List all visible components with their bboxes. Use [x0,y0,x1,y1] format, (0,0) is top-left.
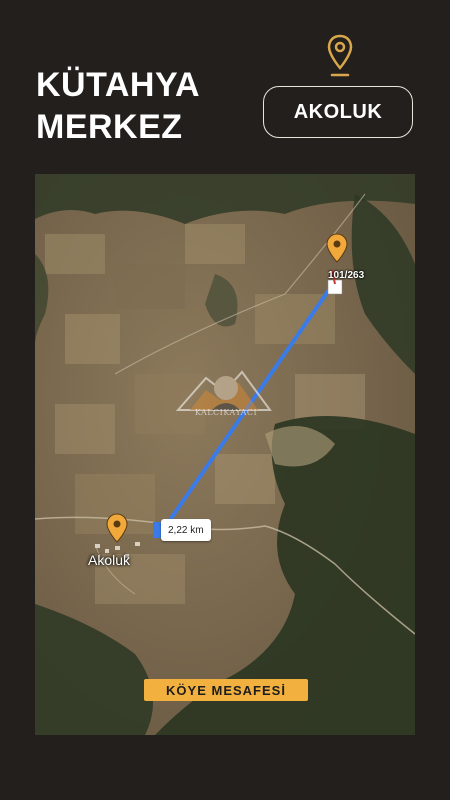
watermark-text: KALCIKAYACI [194,408,258,417]
map-terrain [35,174,415,735]
watermark-logo-icon [176,370,272,411]
page-title: KÜTAHYA MERKEZ [36,64,200,148]
village-button[interactable]: AKOLUK [263,86,413,138]
map-pin-icon [327,34,353,77]
distance-badge: 2,22 km [161,519,211,541]
title-line-1: KÜTAHYA [36,66,201,104]
village-button-label: AKOLUK [293,100,383,123]
parcel-label: 101/263 [328,270,365,281]
satellite-map[interactable] [35,174,415,735]
title-line-2: MERKEZ [36,108,183,146]
distance-caption-banner: KÖYE MESAFESİ [144,679,308,701]
village-map-label: Akoluk [88,552,131,568]
